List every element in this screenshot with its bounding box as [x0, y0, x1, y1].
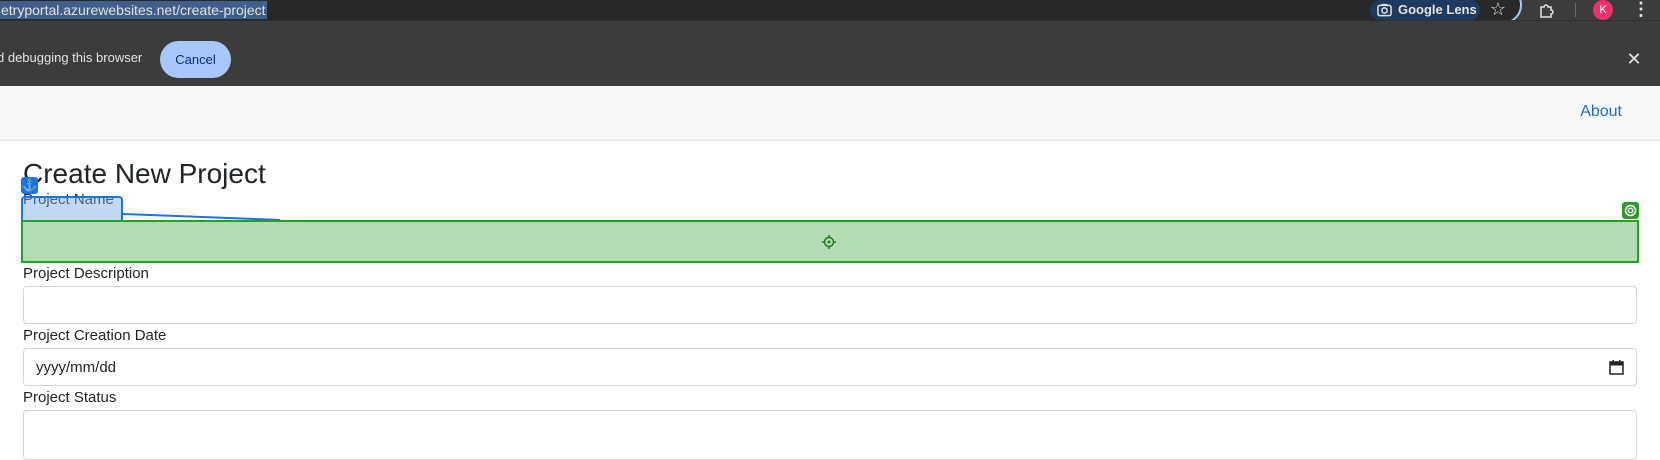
google-lens-icon: [1377, 3, 1392, 17]
project-creation-date-label: Project Creation Date: [23, 327, 167, 344]
project-description-input[interactable]: [23, 286, 1637, 324]
close-icon[interactable]: ✕: [1624, 49, 1644, 69]
project-status-label: Project Status: [23, 389, 117, 406]
infobar-message: d debugging this browser: [0, 50, 143, 65]
project-creation-date-input[interactable]: yyyy/mm/dd: [23, 348, 1637, 386]
profile-avatar[interactable]: K: [1593, 0, 1613, 20]
main-content: Create New Project Project Name Project …: [0, 141, 1660, 460]
google-lens-button[interactable]: Google Lens: [1370, 0, 1480, 20]
nav-link-about[interactable]: About: [1580, 103, 1622, 121]
calendar-icon[interactable]: [1609, 360, 1624, 375]
anchor-icon: ⚓: [21, 177, 38, 194]
bookmark-star-icon[interactable]: ☆: [1488, 0, 1508, 20]
debugging-infobar: d debugging this browser Cancel ✕: [0, 20, 1660, 86]
crosshair-icon: [822, 235, 836, 249]
target-icon: [1622, 202, 1639, 219]
project-description-label: Project Description: [23, 265, 149, 282]
toolbar-divider: [1575, 3, 1576, 17]
address-bar-url[interactable]: etryportal.azurewebsites.net/create-proj…: [0, 1, 267, 19]
kebab-menu-icon[interactable]: ⋮: [1632, 0, 1650, 20]
extensions-icon[interactable]: [1538, 1, 1556, 19]
project-status-input[interactable]: [23, 410, 1637, 460]
project-creation-date-value: yyyy/mm/dd: [36, 359, 117, 376]
cancel-button[interactable]: Cancel: [160, 41, 231, 78]
site-navbar: About: [0, 86, 1660, 141]
google-lens-label: Google Lens: [1398, 2, 1477, 17]
browser-toolbar: etryportal.azurewebsites.net/create-proj…: [0, 0, 1660, 24]
page-title: Create New Project: [23, 158, 266, 189]
